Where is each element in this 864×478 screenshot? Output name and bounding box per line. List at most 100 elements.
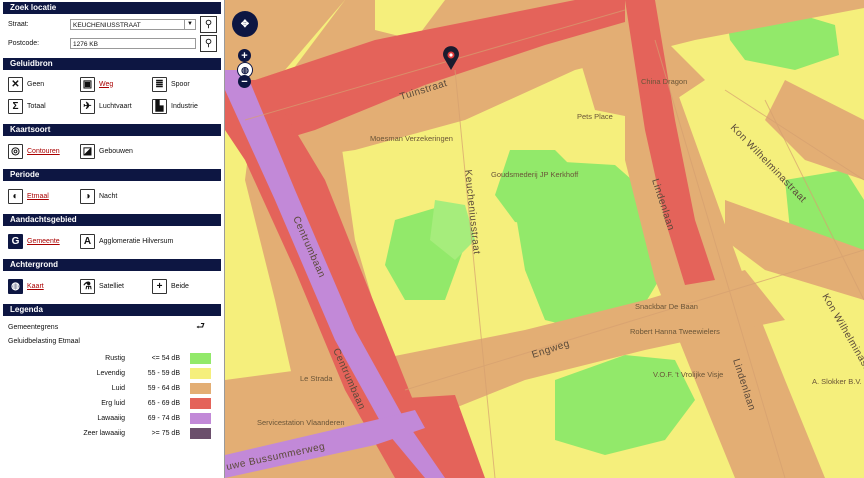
periode-etmaal[interactable]: ◐ Etmaal: [8, 188, 80, 204]
letter-a-icon: A: [80, 233, 95, 249]
geluidbron-industrie[interactable]: ▙ Industrie: [152, 98, 224, 114]
option-label: Weg: [99, 80, 114, 88]
option-label: Satelliet: [99, 282, 124, 290]
plus-icon: +: [152, 278, 167, 294]
zoek-locatie-header: Zoek locatie: [3, 2, 221, 14]
achtergrond-row: ◍ Kaart ⚗ Satelliet + Beide: [0, 275, 224, 297]
legend-swatch: [190, 368, 211, 379]
search-icon: ⚲: [204, 38, 213, 49]
legend-row: Zeer lawaaiig >= 75 dB: [0, 426, 224, 441]
option-label: Agglomeratie Hilversum: [99, 237, 174, 245]
factory-icon: ▙: [152, 98, 167, 114]
search-straat-button[interactable]: ⚲: [200, 16, 217, 33]
train-icon: ≣: [152, 76, 167, 92]
globe-icon: ◍: [8, 278, 23, 294]
control-panel: Zoek locatie Straat: KEUCHENIUSSTRAAT ▼ ⚲…: [0, 0, 225, 478]
sigma-icon: Σ: [8, 98, 23, 114]
bus-icon: ▣: [80, 76, 95, 92]
poi-pets-place[interactable]: Pets Place: [577, 112, 613, 121]
legend-name: Erg luid: [101, 400, 125, 407]
aandachtsgebied-agglomeratie[interactable]: A Agglomeratie Hilversum: [80, 233, 210, 249]
poi-snackbar[interactable]: Snackbar De Baan: [635, 302, 698, 311]
option-label: Luchtvaart: [99, 102, 132, 110]
zoom-out-button[interactable]: −: [238, 75, 251, 88]
moon-icon: ◑: [80, 188, 95, 204]
aandachtsgebied-row: G Gemeente A Agglomeratie Hilversum: [0, 230, 224, 252]
kaartsoort-contouren[interactable]: ◎ Contouren: [8, 143, 80, 159]
option-label: Spoor: [171, 80, 190, 88]
map-view[interactable]: Tuinstraat Centrumbaan Centrumbaan Keuch…: [225, 0, 864, 478]
legend-row: Erg luid 65 - 69 dB: [0, 396, 224, 411]
poi-moesman[interactable]: Moesman Verzekeringen: [370, 134, 453, 143]
legend-range: 65 - 69 dB: [147, 400, 180, 407]
legend-swatch: [190, 428, 211, 439]
straat-select[interactable]: KEUCHENIUSSTRAAT ▼: [70, 19, 196, 30]
achtergrond-satelliet[interactable]: ⚗ Satelliet: [80, 278, 152, 294]
option-label: Gemeente: [27, 237, 60, 245]
poi-vrolijke-visje[interactable]: V.O.F. 't Vrolijke Visje: [653, 370, 723, 379]
legend-row: Levendig 55 - 59 dB: [0, 366, 224, 381]
postcode-input[interactable]: 1276 KB: [70, 38, 196, 49]
legend-items: Rustig <= 54 dB Levendig 55 - 59 dB Luid 59 -…: [0, 351, 224, 441]
airplane-icon: ✈: [80, 98, 95, 114]
contour-icon: ◎: [8, 143, 23, 159]
legend-range: >= 75 dB: [151, 430, 180, 437]
legend-row: Rustig <= 54 dB: [0, 351, 224, 366]
gemeentegrens-label: Gemeentegrens: [8, 323, 59, 331]
option-label: Kaart: [27, 282, 44, 290]
postcode-field-row: Postcode: 1276 KB ⚲: [0, 33, 224, 54]
aandachtsgebied-header: Aandachtsgebied: [3, 214, 221, 226]
legend-subtitle: Geluidbelasting Etmaal: [8, 338, 80, 345]
kaartsoort-gebouwen[interactable]: ◪ Gebouwen: [80, 143, 152, 159]
postcode-value: 1276 KB: [73, 41, 98, 48]
geluidbron-luchtvaart[interactable]: ✈ Luchtvaart: [80, 98, 152, 114]
achtergrond-beide[interactable]: + Beide: [152, 278, 224, 294]
geluidbron-totaal[interactable]: Σ Totaal: [8, 98, 80, 114]
legend-name: Luid: [111, 385, 125, 392]
option-label: Contouren: [27, 147, 60, 155]
option-label: Industrie: [171, 102, 198, 110]
legend-range: <= 54 dB: [151, 355, 180, 362]
poi-slokker[interactable]: A. Slokker B.V.: [812, 377, 862, 386]
geluidbron-geen[interactable]: ✕ Geen: [8, 76, 80, 92]
poi-goudsmederij[interactable]: Goudsmederij JP Kerkhoff: [491, 170, 579, 179]
legend-swatch: [190, 398, 211, 409]
legend-swatch: [190, 413, 211, 424]
achtergrond-header: Achtergrond: [3, 259, 221, 271]
legend-name: Lawaaiig: [97, 415, 125, 422]
satellite-icon: ⚗: [80, 278, 95, 294]
poi-le-strada[interactable]: Le Strada: [300, 374, 333, 383]
noise-map[interactable]: Tuinstraat Centrumbaan Centrumbaan Keuch…: [225, 0, 864, 478]
kaartsoort-header: Kaartsoort: [3, 124, 221, 136]
legend-name: Rustig: [105, 355, 125, 362]
legend-range: 69 - 74 dB: [147, 415, 180, 422]
achtergrond-kaart[interactable]: ◍ Kaart: [8, 278, 80, 294]
pan-control-icon[interactable]: ✥: [232, 11, 258, 37]
option-label: Beide: [171, 282, 189, 290]
legend-row: Lawaaiig 69 - 74 dB: [0, 411, 224, 426]
search-postcode-button[interactable]: ⚲: [200, 35, 217, 52]
geluidbron-weg[interactable]: ▣ Weg: [80, 76, 152, 92]
straat-value: KEUCHENIUSSTRAAT: [73, 22, 141, 29]
letter-g-icon: G: [8, 233, 23, 249]
legend-row: Luid 59 - 64 dB: [0, 381, 224, 396]
option-label: Totaal: [27, 102, 46, 110]
geluidbron-spoor[interactable]: ≣ Spoor: [152, 76, 224, 92]
dropdown-arrow-icon[interactable]: ▼: [184, 20, 195, 29]
zoom-in-button[interactable]: +: [238, 49, 251, 62]
building-icon: ◪: [80, 143, 95, 159]
periode-nacht[interactable]: ◑ Nacht: [80, 188, 152, 204]
aandachtsgebied-gemeente[interactable]: G Gemeente: [8, 233, 80, 249]
option-label: Nacht: [99, 192, 118, 200]
poi-china-dragon[interactable]: China Dragon: [641, 77, 687, 86]
poi-servicestation[interactable]: Servicestation Vlaanderen: [257, 418, 345, 427]
geluidbron-row-1: ✕ Geen ▣ Weg ≣ Spoor: [0, 73, 224, 95]
cross-icon: ✕: [8, 76, 23, 92]
periode-row: ◐ Etmaal ◑ Nacht: [0, 185, 224, 207]
legend-name: Levendig: [96, 370, 125, 377]
option-label: Gebouwen: [99, 147, 133, 155]
option-label: Etmaal: [27, 192, 49, 200]
legend-swatch: [190, 383, 211, 394]
poi-robert-hanna[interactable]: Robert Hanna Tweewielers: [630, 327, 720, 336]
legend-range: 55 - 59 dB: [147, 370, 180, 377]
